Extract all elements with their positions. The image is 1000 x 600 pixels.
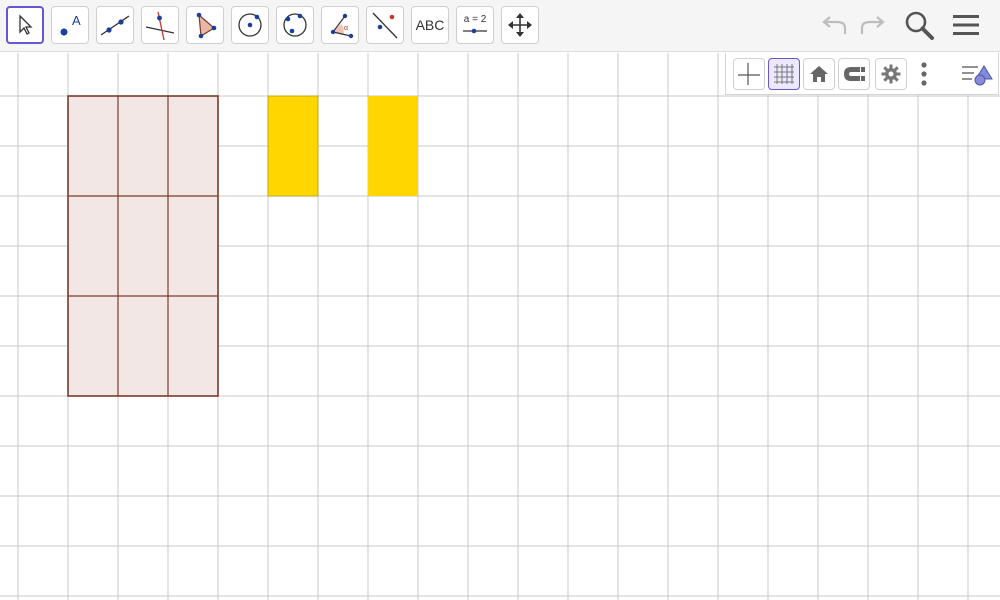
circle-three-points-tool-button[interactable] (276, 6, 314, 44)
graphics-style-bar (725, 53, 999, 95)
toolbar: A α ABC a = 2 (0, 0, 1000, 52)
algebra-view-icon (962, 65, 993, 86)
angle-tool-button[interactable]: α (321, 6, 359, 44)
angle-icon: α (330, 13, 354, 39)
svg-text:A: A (72, 13, 81, 28)
reflect-about-line-icon (372, 12, 398, 39)
magnet-icon (844, 67, 865, 81)
standard-view-button[interactable] (803, 58, 835, 90)
reflect-tool-button[interactable] (366, 6, 404, 44)
large-rectangle[interactable] (67, 95, 219, 397)
line-icon (100, 15, 130, 36)
slider-tool-button[interactable]: a = 2 (456, 6, 494, 44)
search-button[interactable] (900, 6, 938, 44)
undo-button[interactable] (816, 6, 854, 44)
menu-icon (953, 15, 979, 35)
more-vertical-icon (921, 62, 927, 86)
more-options-button[interactable] (918, 61, 930, 87)
svg-text:α: α (344, 25, 348, 32)
axes-toggle-button[interactable] (733, 58, 765, 90)
redo-icon (860, 16, 885, 34)
text-tool-button[interactable]: ABC (411, 6, 449, 44)
yellow-rectangle-2[interactable] (368, 96, 418, 196)
circle-three-points-icon (283, 13, 307, 37)
cursor-arrow-icon (19, 14, 33, 35)
perpendicular-line-tool-button[interactable] (141, 6, 179, 44)
yellow-rectangle-1[interactable] (267, 95, 319, 197)
undo-icon (822, 16, 847, 34)
point-icon: A (60, 13, 81, 36)
point-capturing-button[interactable] (838, 58, 870, 90)
move-tool-button[interactable] (6, 6, 44, 44)
main-menu-button[interactable] (947, 6, 985, 44)
polygon-tool-button[interactable] (186, 6, 224, 44)
text-tool-label: ABC (415, 17, 445, 33)
home-icon (810, 66, 828, 82)
point-tool-button[interactable]: A (51, 6, 89, 44)
circle-center-tool-button[interactable] (231, 6, 269, 44)
circle-center-point-icon (238, 13, 262, 37)
graphics-view[interactable] (0, 53, 1000, 600)
perpendicular-line-icon (145, 11, 175, 41)
move-graphics-view-tool-button[interactable] (501, 6, 539, 44)
slider-icon (463, 28, 487, 34)
polygon-icon (196, 12, 217, 39)
line-tool-button[interactable] (96, 6, 134, 44)
settings-button[interactable] (875, 58, 907, 90)
search-icon (905, 11, 934, 40)
redo-button[interactable] (853, 6, 891, 44)
axes-icon (738, 63, 760, 85)
move-arrows-icon (508, 13, 532, 37)
algebra-view-toggle-button[interactable] (959, 59, 995, 89)
grid-icon (774, 64, 794, 84)
slider-tool-label: a = 2 (463, 14, 487, 25)
gear-icon (881, 64, 901, 84)
grid-toggle-button[interactable] (768, 58, 800, 90)
